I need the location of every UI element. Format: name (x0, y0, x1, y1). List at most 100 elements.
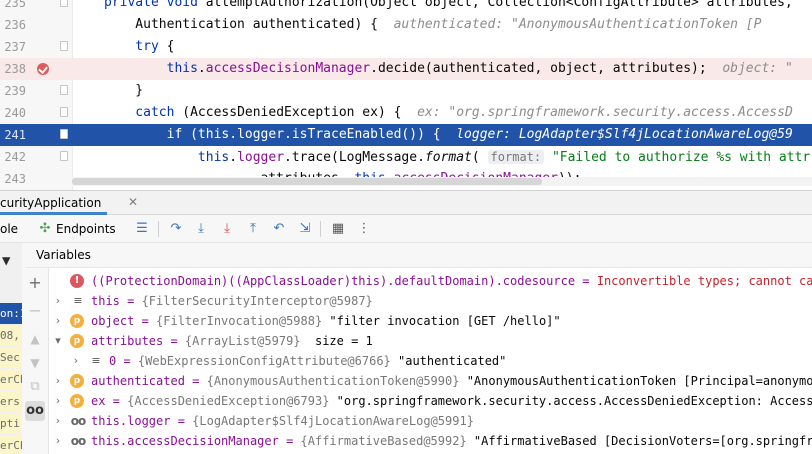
variable-text: this.logger = {LogAdapter$Slf4jLocationA… (91, 411, 474, 431)
fold-marker-icon[interactable] (60, 85, 68, 95)
step-into-icon[interactable]: ⤓ (192, 220, 210, 238)
threads-layout-icon[interactable]: ☰ (133, 220, 151, 238)
frame-item[interactable]: pti (0, 413, 22, 434)
code-text: Authentication authenticated) { authenti… (104, 14, 761, 36)
code-token: . (197, 61, 206, 76)
expand-arrow-icon[interactable]: › (53, 411, 63, 431)
frame-item[interactable]: Sec (0, 347, 22, 368)
code-line[interactable]: 238 this.accessDecisionManager.decide(au… (0, 58, 812, 80)
code-line[interactable]: 237 try { (0, 36, 812, 58)
variable-text: ex = {AccessDeniedException@6793} "org.s… (91, 391, 812, 411)
code-token: .trace(LogMessage. (284, 150, 425, 165)
code-token: this (104, 150, 230, 165)
fold-marker-icon[interactable] (60, 0, 68, 7)
watch-icon: oo (70, 434, 87, 448)
code-token: private void (104, 0, 206, 10)
move-up-icon[interactable]: ▲ (25, 329, 45, 349)
variable-value: {AccessDeniedException@6793} (127, 394, 330, 408)
expand-arrow-icon[interactable]: › (53, 431, 63, 451)
variable-text: 0 = {WebExpressionConfigAttribute@6766} … (109, 351, 506, 371)
frame-item[interactable]: 08, (0, 325, 22, 346)
close-icon[interactable]: ✕ (126, 195, 140, 209)
code-token: ex: "org.springframework.security.access… (417, 105, 793, 120)
code-line[interactable]: 240 catch (AccessDeniedException ex) { e… (0, 102, 812, 124)
variable-row[interactable]: › ≡ 0 = {WebExpressionConfigAttribute@6766… (48, 351, 812, 371)
frames-panel[interactable]: ▼ on:1 08, Sec erCh ers pti erCh (0, 243, 23, 454)
variable-name: ex = (91, 394, 128, 408)
code-token: Authentication authenticated) { (104, 17, 394, 32)
editor-horizontal-scrollbar[interactable] (72, 177, 812, 186)
copy-icon[interactable]: ⧉ (25, 377, 45, 397)
variable-row[interactable]: › p authenticated = {AnonymousAuthenticati… (48, 371, 812, 391)
expand-arrow-icon[interactable]: › (53, 391, 63, 411)
toolbar-separator (158, 221, 159, 237)
endpoints-tab[interactable]: Endpoints (56, 215, 116, 243)
code-token: if (104, 127, 191, 142)
drop-frame-icon[interactable]: ↶ (270, 220, 288, 238)
parameter-icon: p (70, 314, 84, 328)
code-line[interactable]: 242 this.logger.trace(LogMessage.format(… (0, 146, 812, 168)
line-number: 239 (4, 84, 26, 98)
fold-marker-icon[interactable] (60, 129, 68, 139)
line-number: 235 (4, 0, 26, 10)
code-text: if (this.logger.isTraceEnabled()) { logg… (104, 124, 793, 146)
variable-row[interactable]: › ≡ this = {FilterSecurityInterceptor@5987… (48, 291, 812, 311)
settings-icon[interactable]: ⋮ (355, 220, 373, 238)
fold-marker-icon[interactable] (60, 151, 68, 161)
breakpoint-icon[interactable] (37, 63, 49, 75)
frame-item[interactable]: erCh (0, 435, 22, 454)
scrollbar-thumb[interactable] (72, 178, 542, 185)
code-line[interactable]: 236 Authentication authenticated) { auth… (0, 14, 812, 36)
variable-name: object = (91, 314, 157, 328)
collapse-arrow-icon[interactable]: ▾ (53, 331, 63, 351)
error-icon: ! (70, 274, 84, 288)
variable-text: this.accessDecisionManager = {Affirmativ… (91, 431, 812, 451)
variable-text: ((ProtectionDomain)((AppClassLoader)this… (91, 271, 812, 291)
code-line[interactable]: 235 private void attemptAuthorization(Obj… (0, 0, 812, 14)
code-text: } (104, 80, 143, 102)
frame-item[interactable]: erCh (0, 369, 22, 390)
variable-value: "authenticated" (390, 354, 507, 368)
variable-row[interactable]: › p ex = {AccessDeniedException@6793} "org… (48, 391, 812, 411)
code-token: .decide(authenticated, object, attribute… (370, 61, 723, 76)
code-token: . (229, 127, 238, 142)
fold-marker-icon[interactable] (60, 41, 68, 51)
force-step-into-icon[interactable]: ⤓ (218, 220, 236, 238)
show-watches-icon[interactable]: oo (25, 401, 45, 421)
expand-arrow-icon[interactable]: › (53, 291, 63, 311)
variable-row[interactable]: ▾ p attributes = {ArrayList@5979} size = 1 (48, 331, 812, 351)
code-editor[interactable]: 235 private void attemptAuthorization(Obj… (0, 0, 812, 190)
variable-value: {ArrayList@5979} (184, 334, 301, 348)
variable-value: {FilterInvocation@5988} (156, 314, 323, 328)
code-token: . (229, 150, 238, 165)
frame-item[interactable]: on:1 (0, 303, 22, 324)
variable-name: attributes = (91, 334, 185, 348)
variable-row[interactable]: › oo this.accessDecisionManager = {Affirma… (48, 431, 812, 451)
evaluate-expression-icon[interactable]: ▦ (329, 220, 347, 238)
expand-arrow-icon[interactable]: › (53, 311, 63, 331)
code-token: ( (471, 150, 488, 165)
variable-row[interactable]: › p object = {FilterInvocation@5988} "filt… (48, 311, 812, 331)
line-number: 242 (4, 150, 26, 164)
step-over-icon[interactable]: ↷ (167, 220, 185, 238)
debug-session-tab[interactable]: curityApplication (0, 191, 108, 215)
expand-arrow-icon[interactable]: › (71, 351, 81, 371)
code-line[interactable]: 239 } (0, 80, 812, 102)
expand-arrow-icon[interactable]: › (53, 371, 63, 391)
variable-row[interactable]: › oo this.logger = {LogAdapter$Slf4jLocati… (48, 411, 812, 431)
run-to-cursor-icon[interactable]: ⇲ (296, 220, 314, 238)
remove-watch-icon[interactable]: − (25, 301, 45, 321)
frame-item[interactable]: ers (0, 391, 22, 412)
move-down-icon[interactable]: ▼ (25, 353, 45, 373)
step-out-icon[interactable]: ⤒ (244, 220, 262, 238)
variable-row[interactable]: ! ((ProtectionDomain)((AppClassLoader)thi… (48, 271, 812, 291)
variable-value: {LogAdapter$Slf4jLocationAwareLog@5991} (192, 414, 474, 428)
code-token: accessDecisionManager (205, 61, 371, 76)
variable-value: "filter invocation [GET /hello]" (322, 314, 561, 328)
fold-marker-icon[interactable] (60, 107, 68, 117)
line-number: 237 (4, 40, 26, 54)
code-line[interactable]: 241 if (this.logger.isTraceEnabled()) { … (0, 124, 812, 146)
console-tab[interactable]: ole (0, 215, 18, 243)
code-token: "Failed to authorize %s with attr (551, 150, 811, 165)
add-watch-icon[interactable]: + (25, 273, 45, 293)
